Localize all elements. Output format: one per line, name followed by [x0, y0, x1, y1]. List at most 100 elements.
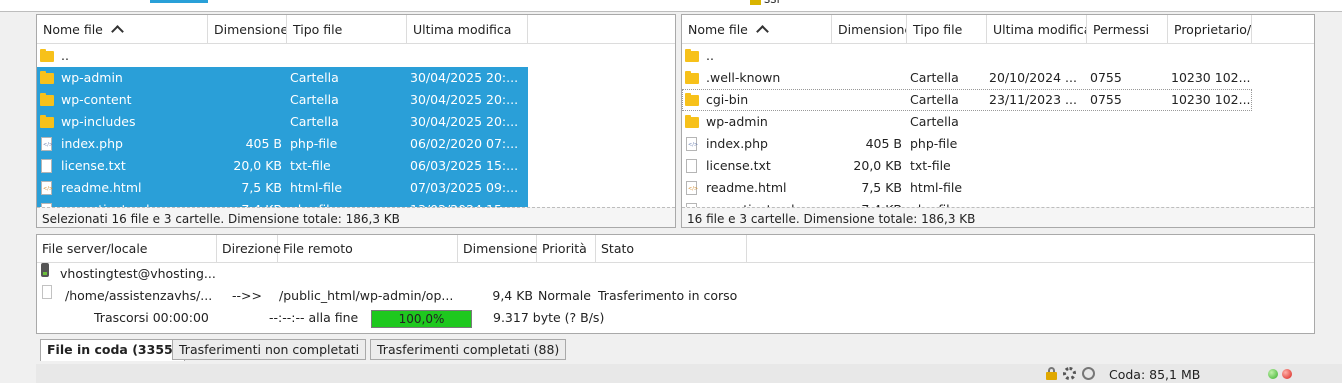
file-modified: [989, 45, 1085, 67]
file-type: html-file: [290, 180, 343, 195]
remote-dir-partial[interactable]: ssl: [750, 0, 780, 6]
tab-trasferimenti-non-completati[interactable]: Trasferimenti non completati: [172, 339, 367, 360]
file-size: 405 B: [865, 136, 902, 151]
file-type: html-file: [910, 180, 963, 195]
remaining-time: --:--:-- alla fine: [269, 310, 359, 325]
elapsed-time: Trascorsi 00:00:00: [94, 310, 209, 325]
queue-header: File server/locale Direzione File remoto…: [37, 235, 1314, 263]
remote-file-row[interactable]: ..: [682, 45, 1252, 67]
file-size: [832, 45, 902, 67]
col-tipo-file[interactable]: Tipo file: [287, 15, 407, 44]
file-name: license.txt: [706, 158, 771, 173]
file-permissions: [1090, 111, 1166, 133]
transfer-size: 9,4 KB: [492, 288, 533, 303]
folder-icon: [40, 115, 54, 128]
col-nome-file[interactable]: Nome file: [37, 15, 208, 44]
remote-file-row[interactable]: </> readme.html 7,5 KB html-file: [682, 177, 1252, 199]
col-ultima-modifica[interactable]: Ultima modifica: [407, 15, 528, 44]
remote-file-list[interactable]: Nome file Dimensione Tipo file Ultima mo…: [681, 14, 1315, 228]
lock-icon[interactable]: [1045, 367, 1058, 380]
file-size: 20,0 KB: [853, 158, 902, 173]
col-direzione[interactable]: Direzione: [217, 235, 281, 263]
transfer-queue[interactable]: File server/locale Direzione File remoto…: [36, 234, 1315, 334]
server-icon: [41, 263, 49, 277]
file-name: wp-content: [61, 92, 132, 107]
php-file-icon: </>: [686, 137, 698, 151]
remote-dir-label: ssl: [764, 0, 780, 6]
queue-size: Coda: 85,1 MB: [1109, 367, 1201, 382]
file-size: 7,5 KB: [861, 180, 902, 195]
file-name: ..: [61, 48, 69, 63]
folder-icon: [40, 49, 54, 62]
local-status-text: Selezionati 16 file e 3 cartelle. Dimens…: [37, 207, 675, 227]
file-permissions: 0755: [1090, 70, 1122, 85]
local-file-row[interactable]: wp-includes Cartella 30/04/2025 20:...: [37, 111, 528, 133]
local-file-list[interactable]: Nome file Dimensione Tipo file Ultima mo…: [36, 14, 676, 228]
file-type: [290, 45, 405, 67]
direction: -->>: [232, 288, 262, 303]
file-modified: 30/04/2025 20:...: [410, 70, 519, 85]
file-owner: [1171, 111, 1251, 133]
remote-file-row[interactable]: wp-admin Cartella: [682, 111, 1252, 133]
file-permissions: [1090, 133, 1166, 155]
tab-trasferimenti-completati[interactable]: Trasferimenti completati (88): [370, 339, 567, 360]
remote-status-text: 16 file e 3 cartelle. Dimensione totale:…: [682, 207, 1314, 227]
local-file-row[interactable]: wp-content Cartella 30/04/2025 20:...: [37, 89, 528, 111]
file-size: [208, 67, 282, 89]
file-size: [208, 111, 282, 133]
file-owner: [1171, 45, 1251, 67]
local-file-row[interactable]: </> index.php 405 B php-file 06/02/2020 07:.…: [37, 133, 528, 155]
remote-file-row[interactable]: .well-known Cartella 20/10/2024 ... 0755 102…: [682, 67, 1252, 89]
file-type: txt-file: [290, 158, 331, 173]
local-file-row[interactable]: wp-admin Cartella 30/04/2025 20:...: [37, 67, 528, 89]
bytes-transferred: 9.317 byte (? B/s): [493, 310, 605, 325]
file-name: wp-admin: [61, 70, 123, 85]
file-owner: 10230 102...: [1171, 70, 1251, 85]
file-type: Cartella: [910, 70, 959, 85]
remote-file-row[interactable]: </> index.php 405 B php-file: [682, 133, 1252, 155]
sort-ascending-icon: [756, 25, 769, 38]
file-modified: 30/04/2025 20:...: [410, 114, 519, 129]
col-proprietario[interactable]: Proprietario/g: [1168, 15, 1252, 44]
speed-limit-icon[interactable]: [1082, 367, 1095, 380]
file-type: txt-file: [910, 158, 951, 173]
file-name: index.php: [61, 136, 123, 151]
txt-file-icon: [686, 159, 697, 173]
col-stato[interactable]: Stato: [596, 235, 747, 263]
file-icon: [42, 285, 52, 299]
tab-file-in-coda[interactable]: File in coda (3355): [40, 339, 186, 361]
local-file-row[interactable]: ..: [37, 45, 528, 67]
remote-file-row[interactable]: license.txt 20,0 KB txt-file: [682, 155, 1252, 177]
folder-icon: [40, 93, 54, 106]
local-file-row[interactable]: license.txt 20,0 KB txt-file 06/03/2025 15:…: [37, 155, 528, 177]
file-type: Cartella: [910, 114, 959, 129]
col-priorita[interactable]: Priorità: [537, 235, 596, 263]
file-size: [208, 89, 282, 111]
file-size: [208, 45, 282, 67]
col-ultima-modifica[interactable]: Ultima modifica: [987, 15, 1087, 44]
col-dimensione[interactable]: Dimensione: [458, 235, 537, 263]
col-tipo-file[interactable]: Tipo file: [907, 15, 987, 44]
file-size: [832, 89, 902, 111]
queue-server-row[interactable]: vhostingtest@vhosting...: [37, 263, 1314, 285]
file-modified: [989, 133, 1085, 155]
col-nome-file[interactable]: Nome file: [682, 15, 832, 44]
remote-file-row[interactable]: cgi-bin Cartella 23/11/2023 ... 0755 10230 1…: [682, 89, 1252, 111]
col-file-server-locale[interactable]: File server/locale: [37, 235, 217, 263]
col-file-remoto[interactable]: File remoto: [278, 235, 458, 263]
send-led-icon: [1282, 369, 1292, 379]
local-file-row[interactable]: </> readme.html 7,5 KB html-file 07/03/2025 …: [37, 177, 528, 199]
file-modified: 30/04/2025 20:...: [410, 92, 519, 107]
col-permessi[interactable]: Permessi: [1087, 15, 1168, 44]
folder-icon: [40, 71, 54, 84]
local-header: Nome file Dimensione Tipo file Ultima mo…: [37, 15, 675, 44]
file-permissions: 0755: [1090, 92, 1122, 107]
col-dimensione[interactable]: Dimensione: [208, 15, 287, 44]
col-dimensione[interactable]: Dimensione: [832, 15, 907, 44]
folder-icon: [685, 49, 699, 62]
gear-icon[interactable]: [1063, 367, 1076, 380]
folder-lock-icon: [750, 0, 761, 5]
file-type: Cartella: [910, 92, 959, 107]
queue-transfer-row[interactable]: /home/assistenzavhs/... -->> /public_htm…: [37, 285, 1314, 307]
file-owner: [1171, 177, 1251, 199]
